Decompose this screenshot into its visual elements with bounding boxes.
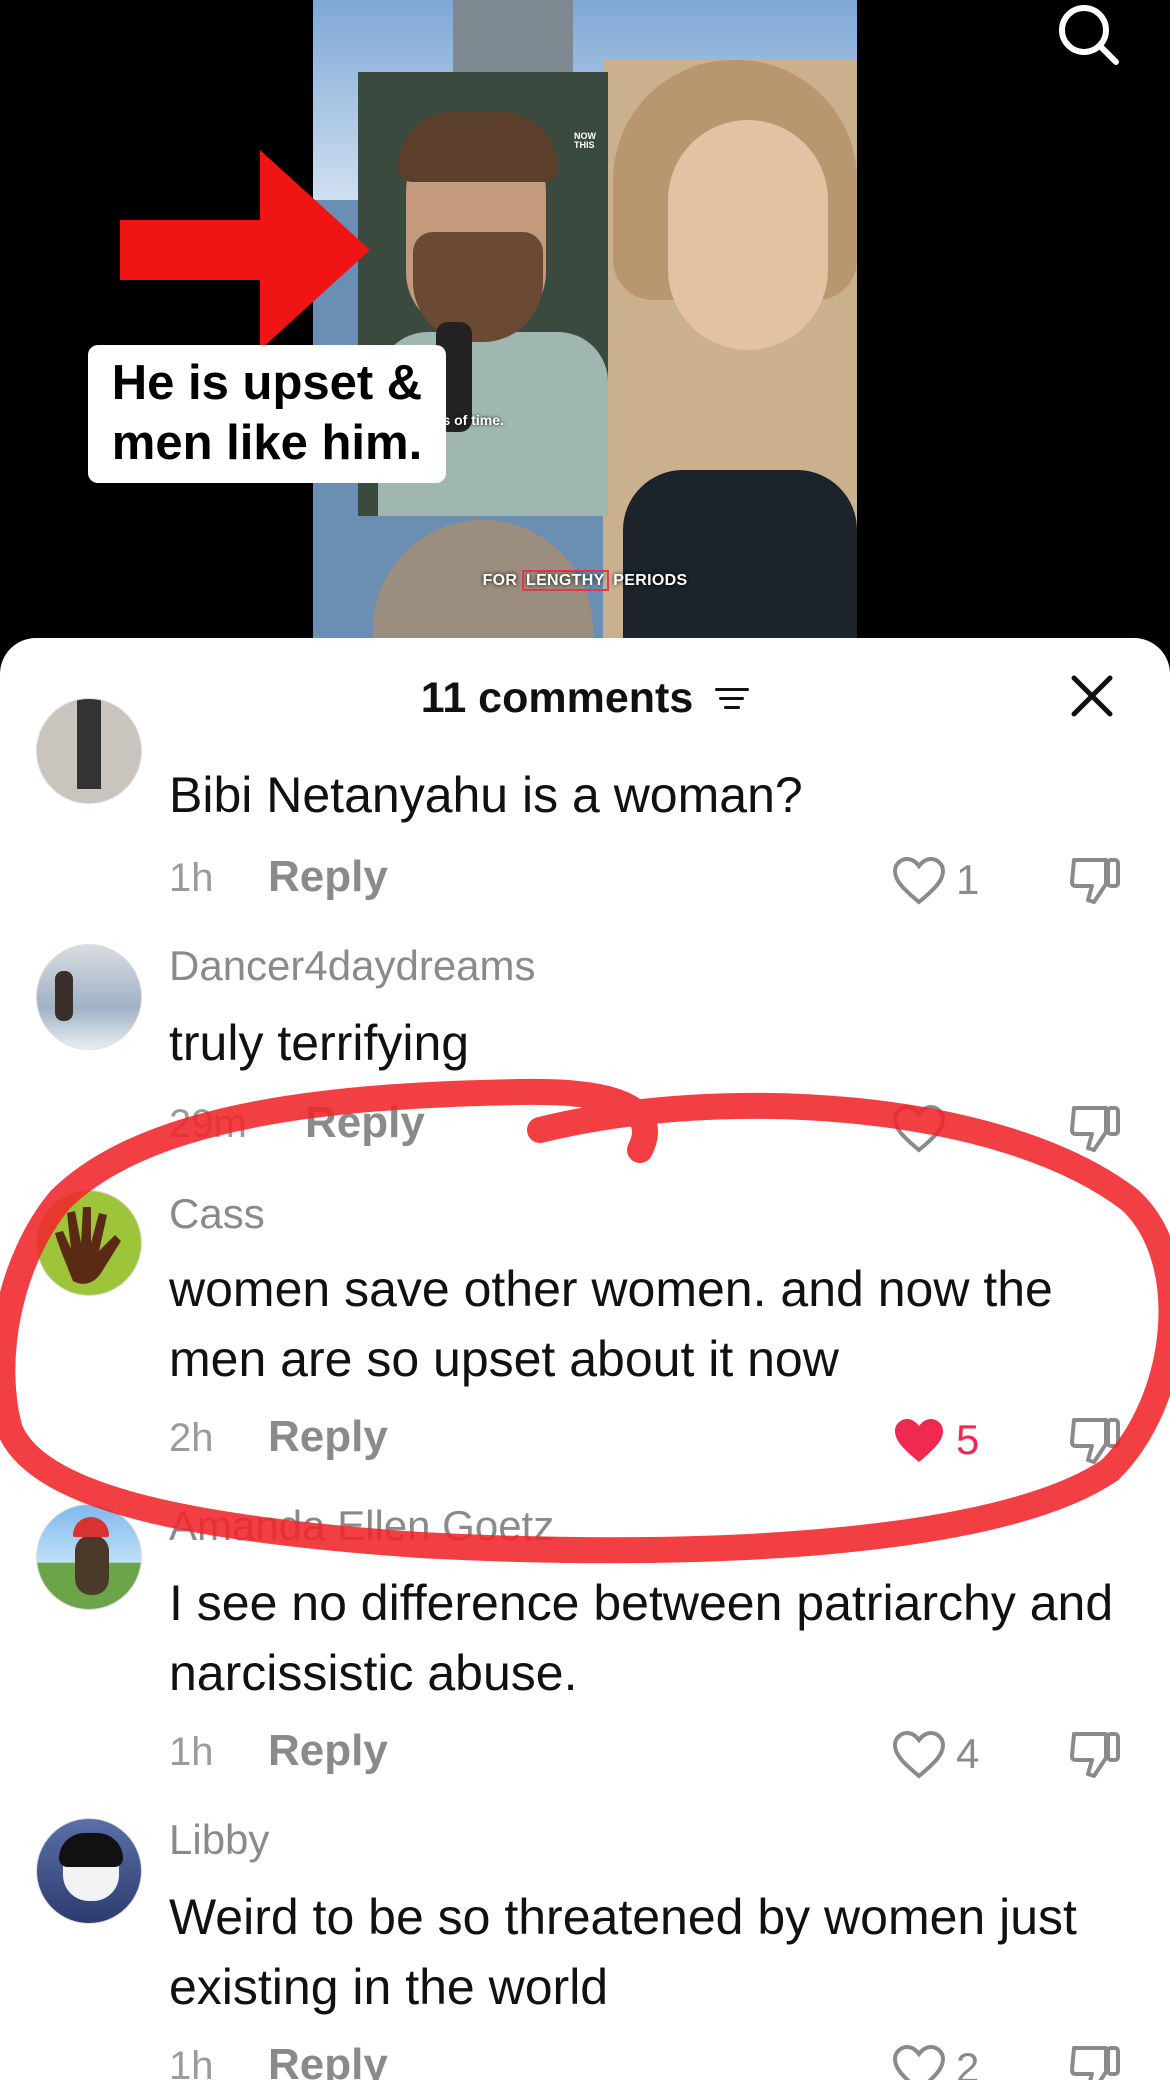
- comment-text: truly terrifying: [169, 1015, 470, 1071]
- comment-username[interactable]: Dancer4daydreams: [169, 942, 536, 990]
- reply-button[interactable]: Reply: [268, 1412, 388, 1462]
- dislike-icon[interactable]: [1068, 1726, 1124, 1782]
- close-icon[interactable]: [1070, 674, 1114, 718]
- dislike-icon[interactable]: [1068, 1412, 1124, 1468]
- avatar[interactable]: [36, 944, 142, 1050]
- comments-header: 11 comments: [0, 638, 1170, 748]
- comment-text: Bibi Netanyahu is a woman?: [169, 767, 803, 823]
- comment-text: I see no difference between patriarchy a…: [169, 1575, 1114, 1701]
- avatar[interactable]: [36, 698, 142, 804]
- video-woman-shirt: [623, 470, 857, 660]
- comment-count[interactable]: 11 comments: [0, 672, 1170, 723]
- heart-icon[interactable]: [892, 856, 946, 906]
- comment-time: 1h: [169, 2044, 214, 2080]
- comment-time: 1h: [169, 1730, 214, 1774]
- like-count: 2: [956, 2044, 980, 2080]
- subtitle-word: PERIODS: [613, 572, 688, 589]
- video-player[interactable]: NOW THIS riods of time. FOR LENGTHY PERI…: [0, 0, 1170, 660]
- red-arrow-icon: [120, 150, 370, 350]
- like-count: 1: [956, 856, 980, 903]
- like-count: 5: [956, 1416, 980, 1463]
- avatar[interactable]: [36, 1818, 142, 1924]
- dislike-icon[interactable]: [1068, 1100, 1124, 1156]
- video-caption-overlay: He is upset & men like him.: [88, 345, 446, 483]
- subtitle-highlight: LENGTHY: [522, 570, 609, 591]
- heart-filled-icon[interactable]: [892, 1416, 946, 1466]
- dislike-icon[interactable]: [1068, 2040, 1124, 2080]
- dislike-icon[interactable]: [1068, 852, 1124, 908]
- comments-sheet: 11 comments Bibi Netanyahu is a woman? 1…: [0, 638, 1170, 2080]
- video-woman-face: [668, 120, 828, 350]
- video-frame: NOW THIS riods of time. FOR LENGTHY PERI…: [313, 0, 857, 660]
- reply-button[interactable]: Reply: [305, 1098, 425, 1148]
- avatar[interactable]: [36, 1190, 142, 1296]
- comment-time: 2h: [169, 1416, 214, 1460]
- heart-icon[interactable]: [892, 1104, 946, 1154]
- caption-line: He is upset &: [111, 356, 423, 410]
- comment-text: women save other women. and now the men …: [169, 1261, 1053, 1387]
- heart-icon[interactable]: [892, 2044, 946, 2080]
- comment-username[interactable]: Libby: [169, 1816, 269, 1864]
- handprint-icon: [55, 1207, 121, 1284]
- reply-button[interactable]: Reply: [268, 852, 388, 902]
- comment-count-label: 11 comments: [420, 674, 694, 723]
- caption-line: men like him.: [111, 416, 423, 470]
- like-count: 4: [956, 1730, 980, 1777]
- comment-time: 1h: [169, 856, 214, 900]
- comment-text: Weird to be so threatened by women just …: [169, 1889, 1077, 2015]
- reply-button[interactable]: Reply: [268, 2040, 388, 2080]
- reply-button[interactable]: Reply: [268, 1726, 388, 1776]
- inset-brand-logo: NOW THIS: [574, 131, 596, 150]
- comment-username[interactable]: Cass: [169, 1190, 265, 1238]
- subtitle-word: FOR: [482, 572, 518, 589]
- heart-icon[interactable]: [892, 1730, 946, 1780]
- search-icon[interactable]: [1052, 0, 1122, 70]
- comment-username[interactable]: Amanda Ellen Goetz: [169, 1502, 554, 1550]
- inset-man-beard: [413, 232, 543, 342]
- avatar[interactable]: [36, 1504, 142, 1610]
- filter-icon[interactable]: [715, 686, 750, 712]
- video-subtitle: FOR LENGTHY PERIODS: [313, 570, 857, 591]
- inset-man-hair: [398, 112, 558, 182]
- comment-time: 29m: [169, 1102, 247, 1146]
